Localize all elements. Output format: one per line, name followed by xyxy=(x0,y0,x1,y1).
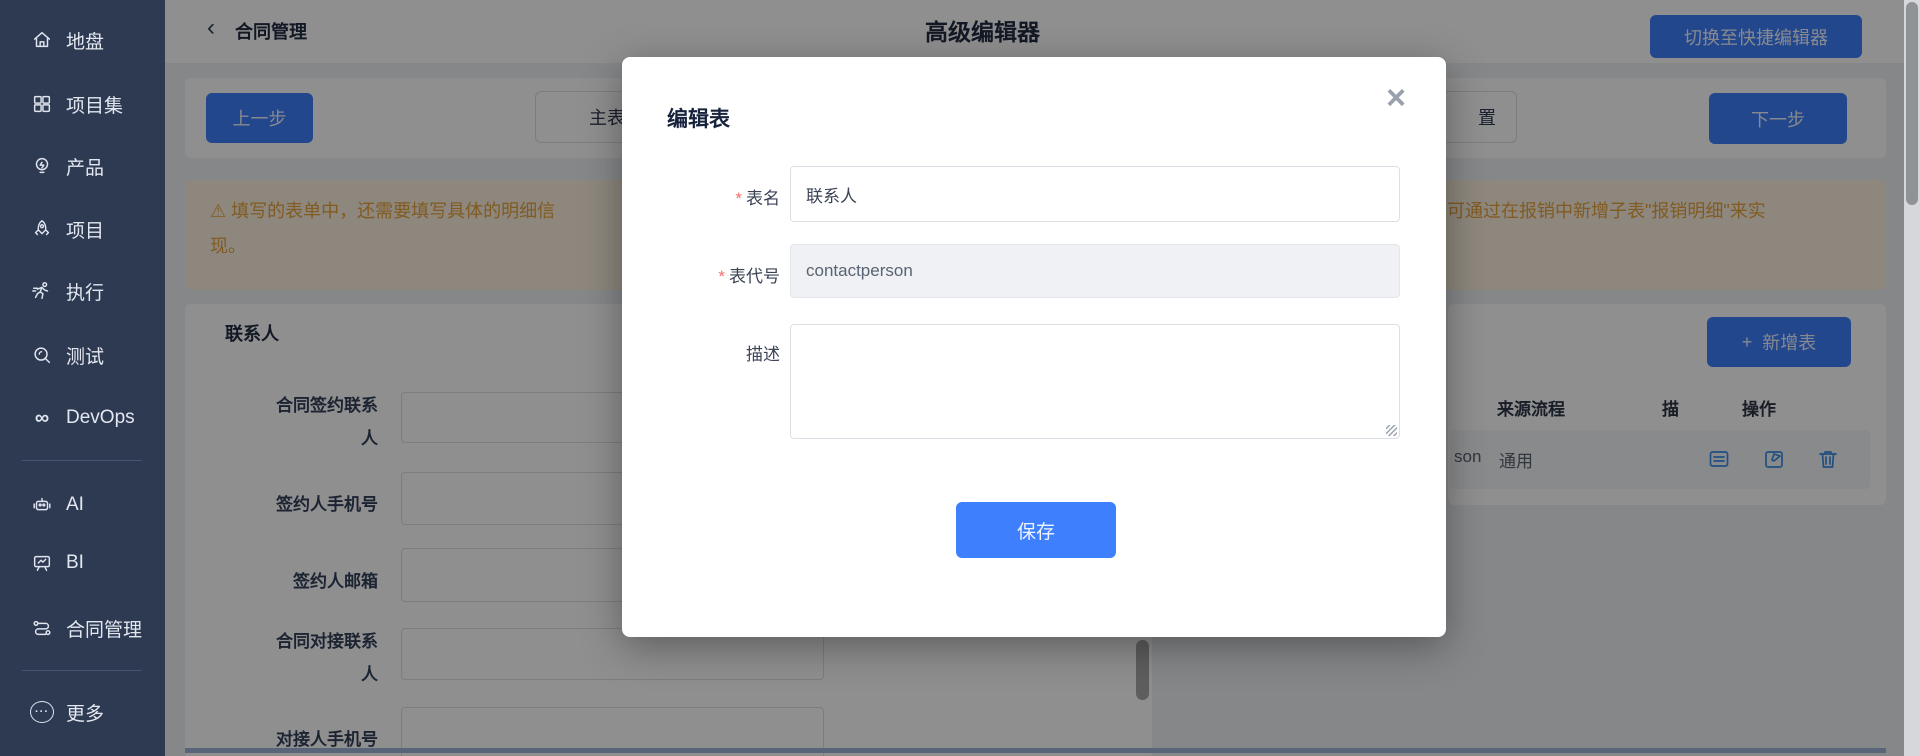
sidebar-item-label: 测试 xyxy=(66,346,105,368)
bulb-icon xyxy=(30,154,54,178)
sidebar-item-execute[interactable]: 执行 xyxy=(30,276,104,306)
sidebar: 地盘 项目集 产品 项目 执行 测试 ∞ DevOps AI BI 合同管理 ·… xyxy=(0,0,165,756)
grid-icon xyxy=(30,92,54,116)
sidebar-item-label: 地盘 xyxy=(66,31,105,53)
route-icon xyxy=(30,616,54,640)
home-icon xyxy=(30,28,54,52)
rocket-icon xyxy=(30,217,54,241)
robot-icon xyxy=(30,493,54,517)
description-textarea[interactable] xyxy=(790,324,1400,439)
sidebar-item-label: AI xyxy=(66,494,84,515)
sidebar-divider xyxy=(22,670,142,671)
sidebar-item-label: 产品 xyxy=(66,157,105,179)
page-scrollbar-track[interactable] xyxy=(1904,0,1920,756)
close-icon[interactable]: × xyxy=(1386,81,1406,115)
sidebar-item-bi[interactable]: BI xyxy=(30,548,84,578)
save-button[interactable]: 保存 xyxy=(956,502,1116,558)
required-asterisk: * xyxy=(735,189,742,208)
page-scrollbar-thumb[interactable] xyxy=(1906,2,1918,205)
sidebar-item-devops[interactable]: ∞ DevOps xyxy=(30,403,135,433)
chart-board-icon xyxy=(30,551,54,575)
table-code-label: * 表代号 xyxy=(718,267,780,286)
sidebar-item-label: 项目集 xyxy=(66,95,124,117)
sidebar-item-product[interactable]: 产品 xyxy=(30,151,104,181)
sidebar-item-more[interactable]: ··· 更多 xyxy=(30,697,104,727)
table-code-input xyxy=(790,244,1400,298)
sidebar-item-label: BI xyxy=(66,552,84,573)
description-label: 描述 xyxy=(746,345,780,364)
sidebar-item-ai[interactable]: AI xyxy=(30,490,84,520)
required-asterisk: * xyxy=(718,267,725,286)
sidebar-item-label: 合同管理 xyxy=(66,619,143,641)
table-name-label: * 表名 xyxy=(735,189,780,208)
more-icon: ··· xyxy=(30,701,54,723)
sidebar-item-label: 项目 xyxy=(66,220,105,242)
sidebar-item-project[interactable]: 项目 xyxy=(30,214,104,244)
sidebar-item-label: DevOps xyxy=(66,407,135,428)
sidebar-item-test[interactable]: 测试 xyxy=(30,340,104,370)
infinity-icon: ∞ xyxy=(34,406,50,429)
sidebar-divider xyxy=(22,460,142,461)
sidebar-item-label: 执行 xyxy=(66,282,105,304)
search-icon xyxy=(30,343,54,367)
main-area: ‹ 合同管理 高级编辑器 切换至快捷编辑器 上一步 主表 置 下一步 ⚠ 填写的… xyxy=(165,0,1904,756)
modal-title: 编辑表 xyxy=(667,108,730,131)
table-name-input[interactable] xyxy=(790,166,1400,222)
app-root: 地盘 项目集 产品 项目 执行 测试 ∞ DevOps AI BI 合同管理 ·… xyxy=(0,0,1920,756)
sidebar-item-contracts[interactable]: 合同管理 xyxy=(30,613,142,643)
sidebar-item-program[interactable]: 项目集 xyxy=(30,89,123,119)
runner-icon xyxy=(30,279,54,303)
edit-table-modal: 编辑表 × *表名 *表代号 描述 保存 xyxy=(622,57,1446,637)
sidebar-item-label: 更多 xyxy=(66,703,105,725)
sidebar-item-home[interactable]: 地盘 xyxy=(30,25,104,55)
